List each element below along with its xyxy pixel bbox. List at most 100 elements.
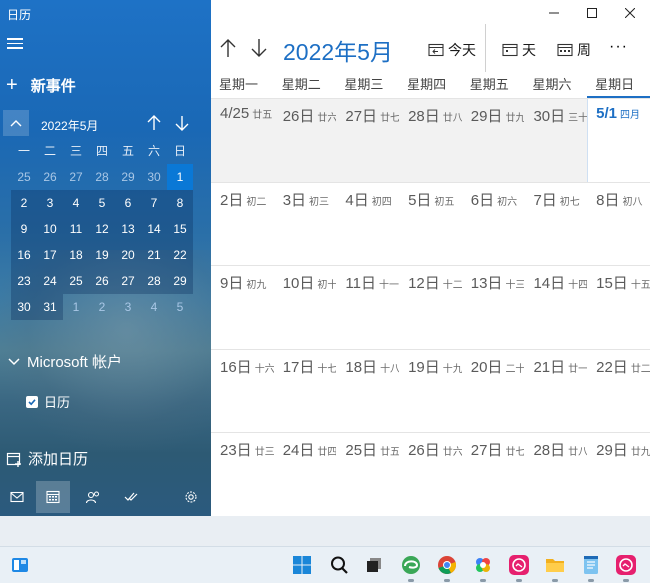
day-cell[interactable]: 5日 初五 <box>399 183 462 266</box>
day-cell-today[interactable]: 5/1 四月 <box>587 99 650 182</box>
mini-day[interactable]: 14 <box>141 216 167 242</box>
file-explorer-taskbar-button[interactable] <box>543 553 567 582</box>
mini-day[interactable]: 4 <box>141 294 167 320</box>
mini-day[interactable]: 20 <box>115 242 141 268</box>
mini-day[interactable]: 2 <box>11 190 37 216</box>
mini-prev-month-button[interactable] <box>144 112 164 134</box>
mini-day[interactable]: 7 <box>141 190 167 216</box>
mini-day[interactable]: 22 <box>167 242 193 268</box>
new-event-button[interactable]: + 新事件 <box>6 74 76 96</box>
mini-day[interactable]: 3 <box>37 190 63 216</box>
day-cell[interactable]: 2日 初二 <box>211 183 274 266</box>
add-calendar-button[interactable]: 添加日历 <box>6 448 88 469</box>
previous-month-button[interactable] <box>217 37 239 59</box>
calendar-nav-button[interactable] <box>36 481 70 513</box>
mini-day[interactable]: 9 <box>11 216 37 242</box>
day-cell[interactable]: 26日 廿六 <box>273 99 337 182</box>
todo-nav-button[interactable] <box>114 481 148 513</box>
account-group-toggle[interactable]: Microsoft 帐户 <box>7 351 122 372</box>
day-cell[interactable]: 6日 初六 <box>462 183 525 266</box>
day-cell[interactable]: 17日 十七 <box>274 350 337 433</box>
edge-taskbar-button[interactable] <box>399 553 423 582</box>
day-cell[interactable]: 8日 初八 <box>587 183 650 266</box>
people-nav-button[interactable] <box>76 481 110 513</box>
widgets-button[interactable] <box>8 553 32 577</box>
day-cell[interactable]: 27日 廿七 <box>462 433 525 516</box>
day-view-button[interactable]: 天 <box>502 38 536 62</box>
day-cell[interactable]: 10日 初十 <box>274 266 337 349</box>
mini-day[interactable]: 17 <box>37 242 63 268</box>
mini-day[interactable]: 26 <box>37 164 63 190</box>
day-cell[interactable]: 27日 廿七 <box>336 99 400 182</box>
mini-day[interactable]: 28 <box>89 164 115 190</box>
notepad-taskbar-button[interactable] <box>579 553 603 582</box>
minimize-button[interactable] <box>536 0 572 26</box>
mini-day[interactable]: 11 <box>63 216 89 242</box>
mini-day[interactable]: 6 <box>115 190 141 216</box>
mini-day[interactable]: 15 <box>167 216 193 242</box>
day-cell[interactable]: 20日 二十 <box>462 350 525 433</box>
start-button[interactable] <box>290 553 314 577</box>
search-button[interactable] <box>327 553 351 577</box>
mini-day[interactable]: 5 <box>89 190 115 216</box>
week-view-button[interactable]: 周 <box>557 38 591 62</box>
day-cell[interactable]: 15日 十五 <box>587 266 650 349</box>
collapse-mini-calendar-button[interactable] <box>3 110 29 136</box>
mini-day[interactable]: 29 <box>167 268 193 294</box>
mini-calendar-title[interactable]: 2022年5月 <box>41 117 98 134</box>
mini-day[interactable]: 12 <box>89 216 115 242</box>
day-cell[interactable]: 14日 十四 <box>524 266 587 349</box>
day-cell[interactable]: 29日 廿九 <box>461 99 525 182</box>
day-cell[interactable]: 25日 廿五 <box>336 433 399 516</box>
mini-day[interactable]: 4 <box>63 190 89 216</box>
day-cell[interactable]: 29日 廿九 <box>587 433 650 516</box>
more-options-button[interactable]: ··· <box>609 38 628 56</box>
mini-day[interactable]: 18 <box>63 242 89 268</box>
day-cell[interactable]: 26日 廿六 <box>399 433 462 516</box>
mini-day[interactable]: 27 <box>115 268 141 294</box>
mini-day[interactable]: 16 <box>11 242 37 268</box>
day-cell[interactable]: 24日 廿四 <box>274 433 337 516</box>
mini-day[interactable]: 19 <box>89 242 115 268</box>
day-cell[interactable]: 4/25 廿五 <box>211 99 274 182</box>
mini-next-month-button[interactable] <box>172 112 192 134</box>
pink-app-taskbar-button[interactable] <box>507 553 531 582</box>
task-view-button[interactable] <box>362 553 386 577</box>
mini-day[interactable]: 30 <box>11 294 37 320</box>
maximize-button[interactable] <box>574 0 610 26</box>
day-cell[interactable]: 7日 初七 <box>524 183 587 266</box>
day-cell[interactable]: 18日 十八 <box>336 350 399 433</box>
mini-day[interactable]: 31 <box>37 294 63 320</box>
mini-day[interactable]: 3 <box>115 294 141 320</box>
day-cell[interactable]: 30日 三十 <box>524 99 588 182</box>
mini-day-today[interactable]: 1 <box>167 164 193 190</box>
mini-day[interactable]: 23 <box>11 268 37 294</box>
mini-day[interactable]: 2 <box>89 294 115 320</box>
day-cell[interactable]: 28日 廿八 <box>524 433 587 516</box>
day-cell[interactable]: 28日 廿八 <box>399 99 462 182</box>
mini-day[interactable]: 8 <box>167 190 193 216</box>
day-cell[interactable]: 13日 十三 <box>462 266 525 349</box>
mini-day[interactable]: 29 <box>115 164 141 190</box>
day-cell[interactable]: 23日 廿三 <box>211 433 274 516</box>
day-cell[interactable]: 12日 十二 <box>399 266 462 349</box>
day-cell[interactable]: 4日 初四 <box>336 183 399 266</box>
mini-day[interactable]: 5 <box>167 294 193 320</box>
mini-day[interactable]: 30 <box>141 164 167 190</box>
mini-day[interactable]: 25 <box>63 268 89 294</box>
pink-app-2-taskbar-button[interactable] <box>614 553 638 582</box>
close-button[interactable] <box>612 0 648 26</box>
month-title[interactable]: 2022年5月 <box>283 33 393 67</box>
day-cell[interactable]: 16日 十六 <box>211 350 274 433</box>
calendar-visibility-checkbox[interactable]: 日历 <box>26 392 70 411</box>
mini-day[interactable]: 1 <box>63 294 89 320</box>
mail-nav-button[interactable] <box>0 481 34 513</box>
mini-day[interactable]: 21 <box>141 242 167 268</box>
mini-day[interactable]: 24 <box>37 268 63 294</box>
day-cell[interactable]: 9日 初九 <box>211 266 274 349</box>
mini-day[interactable]: 10 <box>37 216 63 242</box>
day-cell[interactable]: 22日 廿二 <box>587 350 650 433</box>
day-cell[interactable]: 11日 十一 <box>336 266 399 349</box>
day-cell[interactable]: 3日 初三 <box>274 183 337 266</box>
mini-day[interactable]: 28 <box>141 268 167 294</box>
